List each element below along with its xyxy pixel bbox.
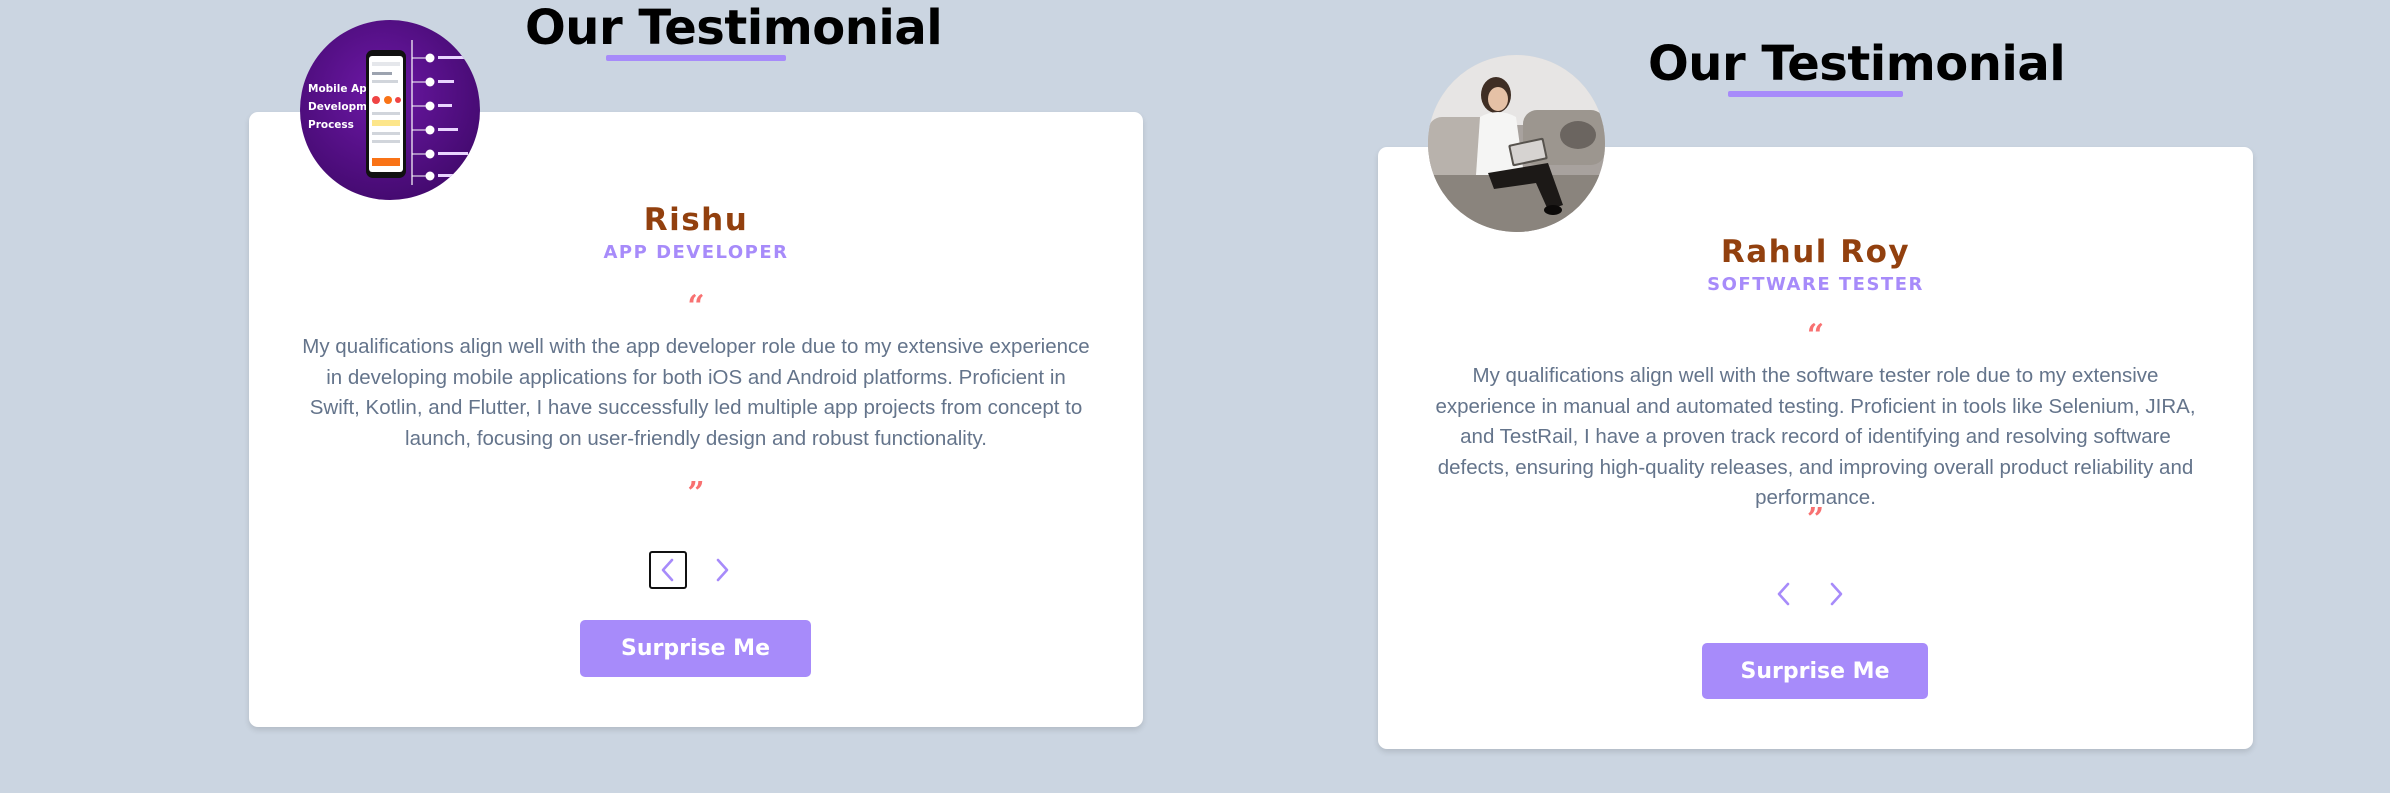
next-button[interactable] — [703, 551, 741, 589]
surprise-me-button[interactable]: Surprise Me — [580, 620, 811, 677]
testimonial-section-2: Our Testimonial Rahul Roy SOFTWARE TESTE… — [1195, 0, 2390, 793]
avatar: Mobile App Development Process — [300, 20, 480, 200]
person-with-laptop-photo — [1428, 55, 1605, 232]
testimonial-card: Rahul Roy SOFTWARE TESTER “ My qualifica… — [1378, 147, 2253, 749]
author-job: SOFTWARE TESTER — [1707, 274, 1924, 295]
chevron-right-icon — [716, 558, 729, 582]
next-button[interactable] — [1817, 575, 1855, 613]
avatar — [1428, 55, 1605, 232]
section-heading: Our Testimonial — [525, 0, 943, 56]
author-name: Rishu — [643, 202, 749, 238]
prev-button[interactable] — [649, 551, 687, 589]
close-quote-icon: ” — [1806, 502, 1825, 537]
close-quote-icon: ” — [687, 476, 705, 511]
author-job: APP DEVELOPER — [603, 242, 789, 263]
chevron-left-icon — [661, 558, 674, 582]
testimonial-card: Rishu APP DEVELOPER “ My qualifications … — [249, 112, 1143, 727]
surprise-me-button[interactable]: Surprise Me — [1702, 643, 1928, 699]
svg-text:Mobile App: Mobile App — [308, 83, 375, 95]
open-quote-icon: “ — [1806, 318, 1825, 353]
heading-underline — [606, 55, 786, 61]
section-heading: Our Testimonial — [1648, 36, 2066, 92]
open-quote-icon: “ — [687, 289, 705, 324]
testimonial-text: My qualifications align well with the ap… — [302, 335, 1090, 450]
author-name: Rahul Roy — [1720, 234, 1911, 270]
chevron-right-icon — [1830, 582, 1843, 606]
testimonial-text: My qualifications align well with the so… — [1435, 364, 2196, 509]
testimonial-section-1: Our Testimonial Rishu APP DEVELOPER “ My… — [0, 0, 1195, 793]
app-development-process-image: Mobile App Development Process — [300, 20, 480, 200]
prev-button[interactable] — [1765, 575, 1803, 613]
chevron-left-icon — [1777, 582, 1790, 606]
svg-text:Process: Process — [308, 119, 354, 131]
heading-underline — [1728, 91, 1903, 97]
